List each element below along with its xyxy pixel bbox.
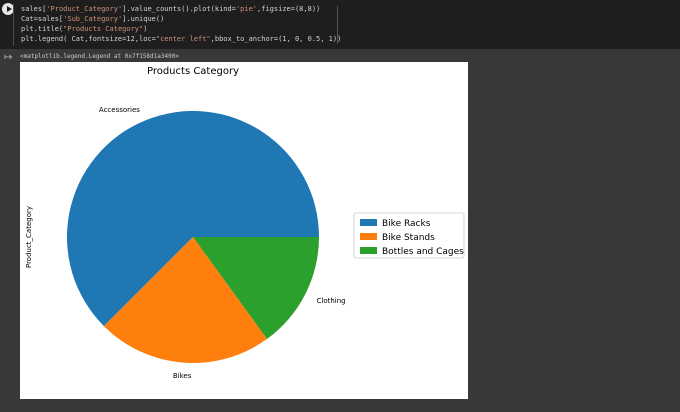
legend-swatch bbox=[360, 219, 377, 226]
code-editor[interactable]: sales['Product_Category'].value_counts()… bbox=[21, 4, 341, 44]
cell-gutter bbox=[13, 4, 14, 46]
code-token: ].value_counts().plot(kind= bbox=[122, 5, 236, 13]
code-token: Cat=sales[ bbox=[21, 15, 64, 23]
code-string-token: 'Product_Category' bbox=[46, 5, 123, 13]
code-token: ].unique() bbox=[122, 15, 165, 23]
legend-swatch bbox=[360, 233, 377, 240]
pie-label-accessories: Accessories bbox=[99, 106, 140, 114]
legend-entry: Bottles and Cages bbox=[382, 247, 464, 257]
code-token: ,figsize=(8,8)) bbox=[257, 5, 321, 13]
code-token: plt.legend( Cat,fontsize=12,loc= bbox=[21, 35, 156, 43]
pie-slices bbox=[67, 111, 320, 363]
legend: Bike Racks Bike Stands Bottles and Cages bbox=[353, 212, 465, 259]
chart-title: Products Category bbox=[147, 66, 239, 77]
chart-ylabel: Product_Category bbox=[25, 206, 33, 268]
output-icon[interactable]: ↦ bbox=[4, 53, 12, 63]
pie-chart: Products Category Product_Category Acces… bbox=[25, 66, 465, 380]
pie-label-bikes: Bikes bbox=[173, 372, 192, 380]
output-text: <matplotlib.legend.Legend at 0x7f158d1a3… bbox=[20, 53, 179, 60]
legend-entry: Bike Racks bbox=[382, 219, 431, 229]
legend-swatch bbox=[360, 247, 377, 254]
code-token: plt.title( bbox=[21, 25, 64, 33]
code-line: plt.title("Products Category") bbox=[21, 24, 341, 34]
code-line: Cat=sales['Sub_Category'].unique() bbox=[21, 14, 341, 24]
code-divider bbox=[337, 6, 338, 44]
code-cell[interactable]: sales['Product_Category'].value_counts()… bbox=[0, 0, 680, 49]
code-token: ) bbox=[143, 25, 148, 33]
legend-entry: Bike Stands bbox=[382, 233, 435, 243]
pie-chart-figure: Products Category Product_Category Acces… bbox=[20, 62, 468, 399]
code-string-token: 'Sub_Category' bbox=[63, 15, 123, 23]
code-string-token: "Products Category" bbox=[63, 25, 144, 33]
code-string-token: 'pie' bbox=[235, 5, 258, 13]
code-string-token: "center left" bbox=[155, 35, 211, 43]
code-token: sales[ bbox=[21, 5, 47, 13]
code-line: plt.legend( Cat,fontsize=12,loc="center … bbox=[21, 34, 341, 44]
pie-label-clothing: Clothing bbox=[316, 297, 345, 305]
code-line: sales['Product_Category'].value_counts()… bbox=[21, 4, 341, 14]
code-token: ,bbox_to_anchor=(1, 0, 0.5, 1)) bbox=[210, 35, 342, 43]
